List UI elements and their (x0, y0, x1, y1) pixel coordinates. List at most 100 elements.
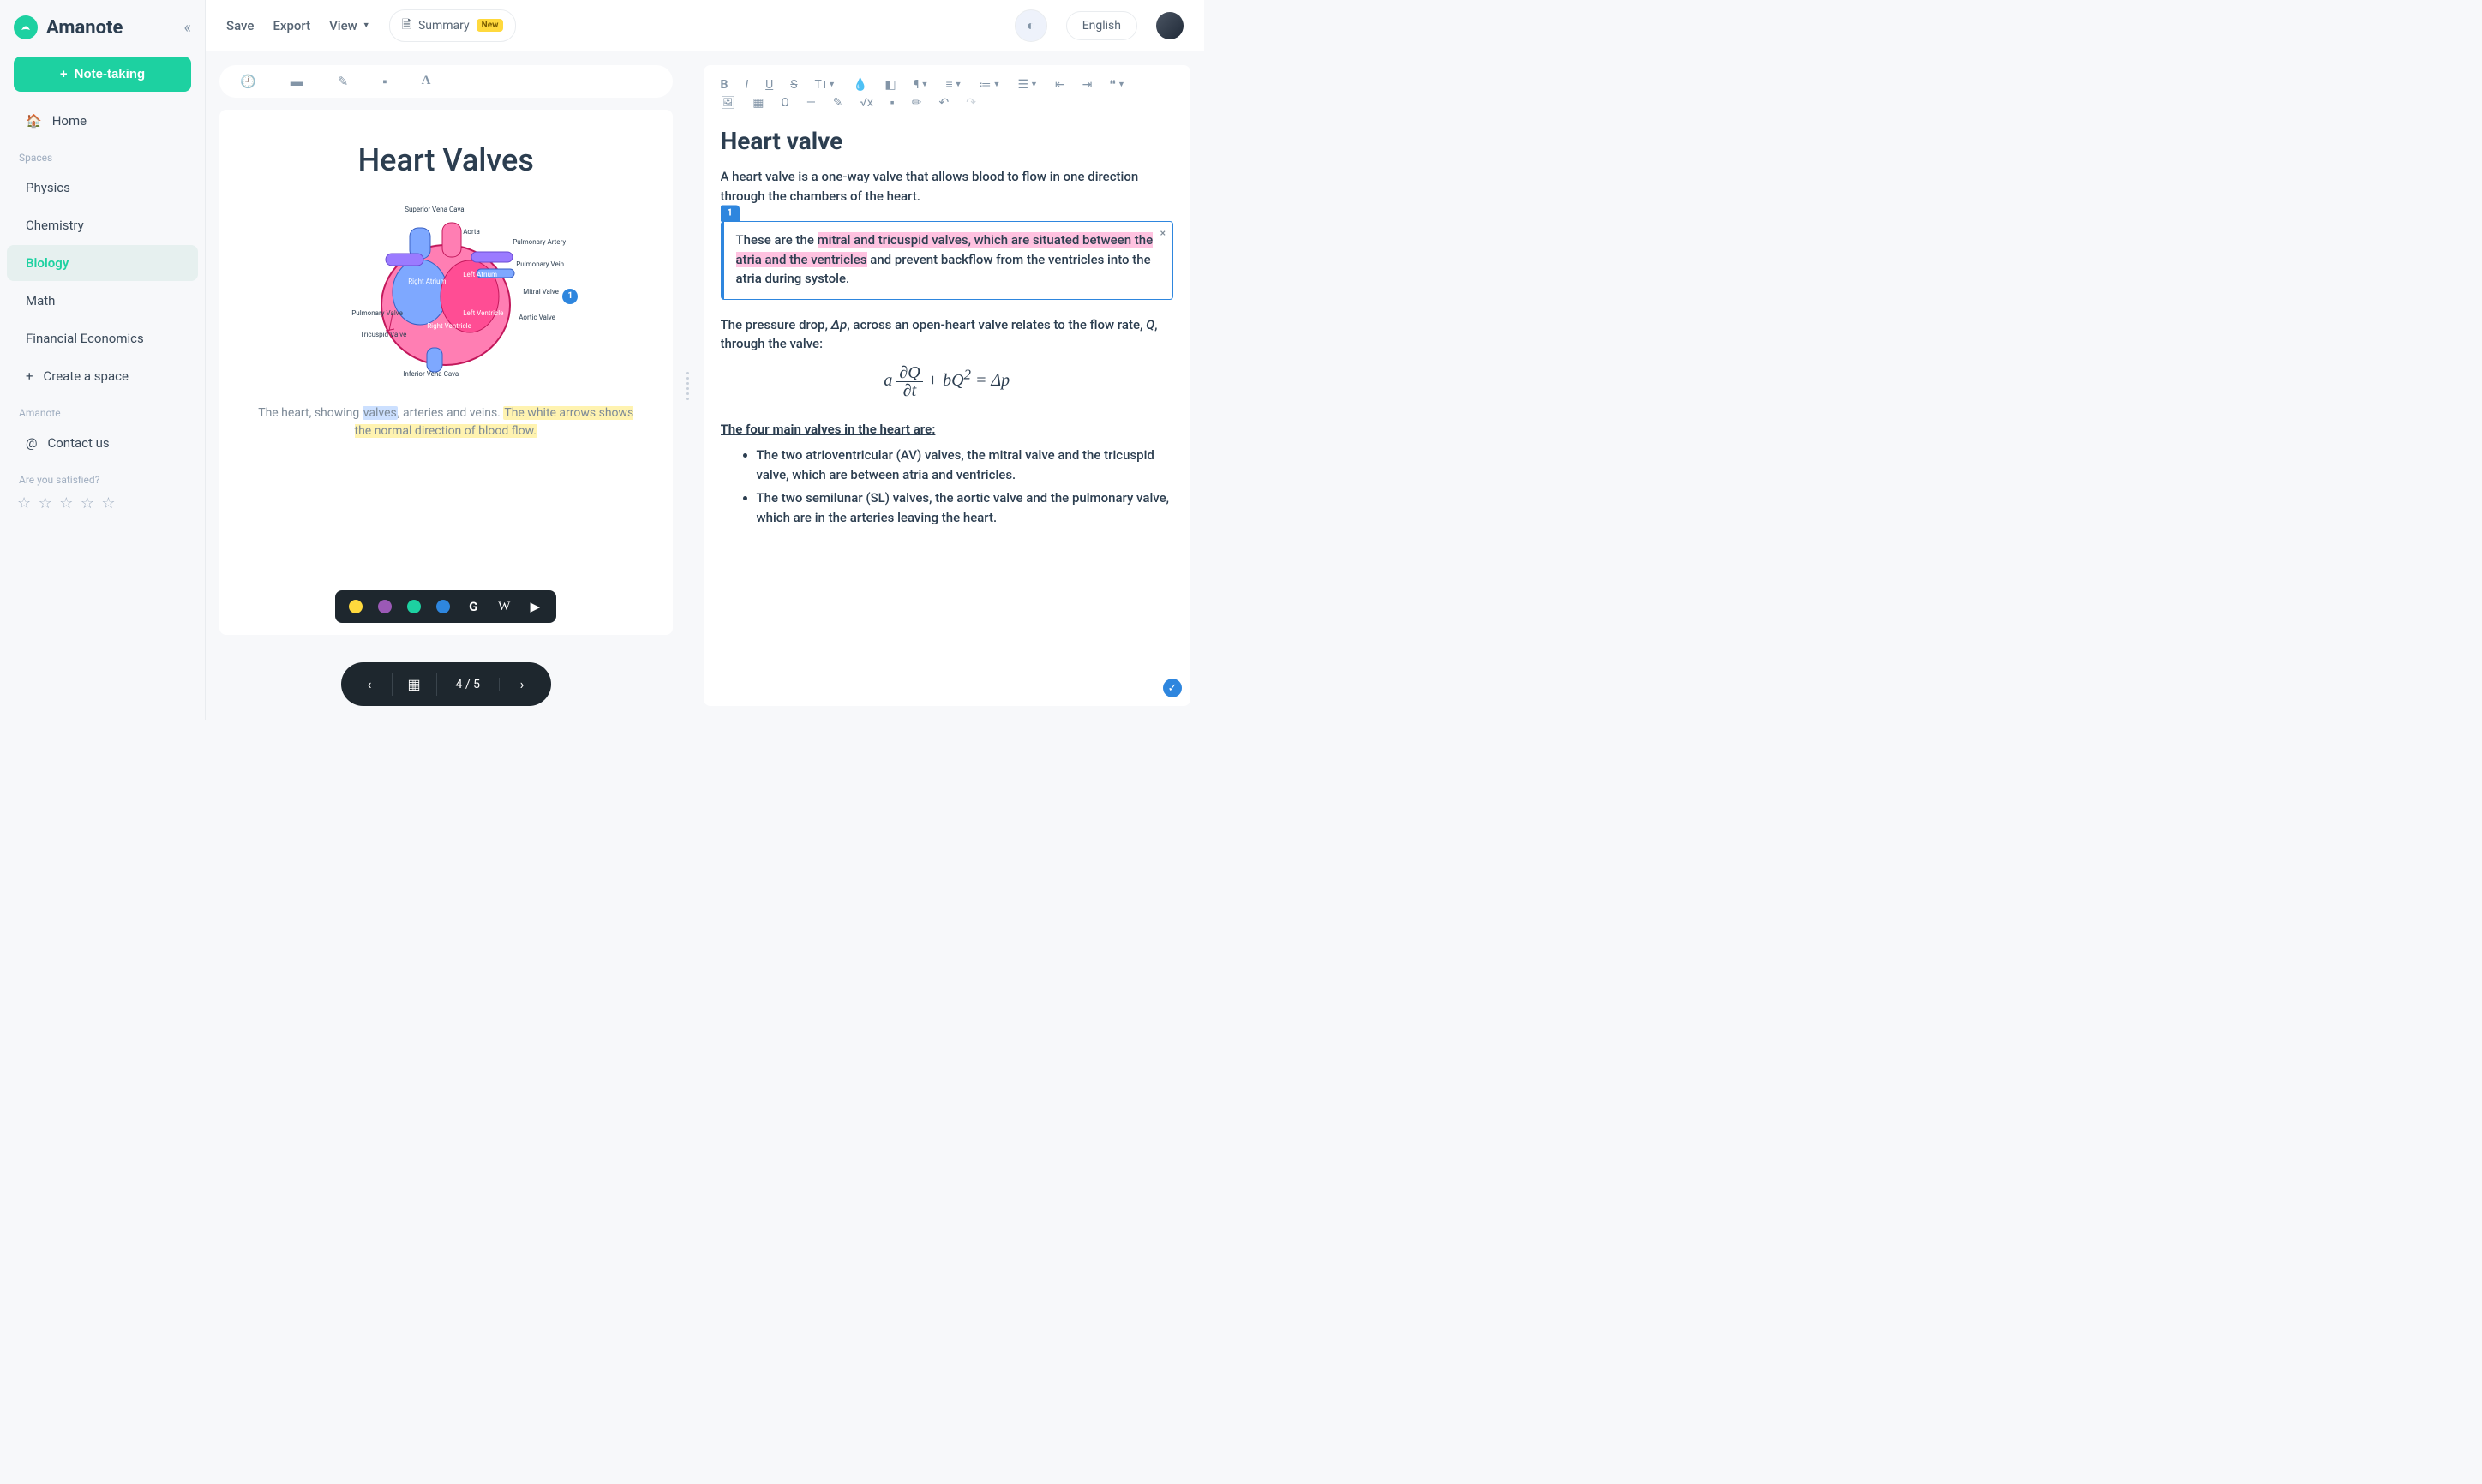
diagram-label: Inferior Vena Cava (403, 370, 459, 378)
google-search-icon[interactable]: G (465, 599, 481, 614)
italic-icon[interactable]: I (745, 78, 748, 92)
create-space-button[interactable]: + Create a space (7, 358, 198, 394)
slide-pagination: ‹ ▦ 4 / 5 › (341, 662, 551, 706)
clock-icon[interactable]: 🕘 (240, 74, 256, 89)
undo-icon[interactable]: ↶ (939, 96, 950, 110)
export-button[interactable]: Export (273, 18, 310, 33)
presentation-icon[interactable]: ▬ (291, 74, 303, 89)
brand-name: Amanote (46, 17, 176, 39)
editor-body[interactable]: Heart valve A heart valve is a one-way v… (721, 118, 1174, 692)
close-note-icon[interactable]: × (1160, 225, 1166, 241)
bold-icon[interactable]: B (721, 78, 728, 92)
highlight-yellow-button[interactable] (349, 600, 363, 613)
strikethrough-icon[interactable]: S (790, 78, 797, 92)
quote-dropdown[interactable]: ❝▼ (1109, 78, 1124, 92)
sidebar-space-math[interactable]: Math (7, 283, 198, 319)
slide-caption: The heart, showing valves, arteries and … (254, 404, 638, 440)
home-label: Home (52, 113, 87, 129)
diagram-label: Left Ventricle (463, 309, 503, 317)
user-avatar[interactable] (1156, 12, 1184, 39)
view-dropdown[interactable]: View ▼ (329, 18, 370, 33)
unordered-list-dropdown[interactable]: ☰▼ (1017, 78, 1037, 92)
satisfied-label: Are you satisfied? (0, 462, 205, 491)
table-icon[interactable]: ▦ (752, 96, 764, 110)
new-badge: New (477, 19, 504, 32)
note-icon[interactable]: ▪ (382, 74, 387, 89)
image-icon[interactable]: 🖼 (721, 96, 736, 110)
eraser-icon[interactable]: ◧ (884, 78, 896, 92)
indent-icon[interactable]: ⇥ (1082, 78, 1093, 92)
highlight-blue-button[interactable] (436, 600, 450, 613)
summary-button[interactable]: 🗎 Summary New (389, 9, 517, 42)
pencil-icon[interactable]: ✎ (338, 74, 349, 89)
text-size-dropdown[interactable]: TI▼ (815, 78, 836, 92)
wikipedia-icon[interactable]: W (496, 600, 512, 614)
sidebar: Amanote « + Note-taking 🏠 Home Spaces Ph… (0, 0, 206, 720)
annotation-note: 1 × These are the mitral and tricuspid v… (721, 221, 1174, 300)
theme-toggle-button[interactable]: ◐ (1015, 9, 1047, 42)
create-space-label: Create a space (44, 368, 129, 384)
horizontal-rule-icon[interactable]: — (806, 96, 816, 110)
pane-splitter[interactable] (685, 65, 692, 706)
align-dropdown[interactable]: ≡▼ (945, 77, 962, 92)
save-button[interactable]: Save (226, 18, 254, 33)
topbar: Save Export View ▼ 🗎 Summary New ◐ Engli… (206, 0, 1204, 51)
sidebar-space-physics[interactable]: Physics (7, 170, 198, 206)
underline-icon[interactable]: U (765, 78, 773, 92)
next-slide-button[interactable]: › (500, 673, 544, 696)
language-selector[interactable]: English (1066, 11, 1137, 40)
sidebar-space-financial-economics[interactable]: Financial Economics (7, 320, 198, 356)
youtube-icon[interactable]: ▶ (527, 599, 543, 614)
contact-label: Contact us (47, 435, 109, 451)
text-icon[interactable]: A (422, 74, 431, 89)
omega-icon[interactable]: Ω (782, 96, 789, 110)
highlighter-icon[interactable]: ✎ (833, 96, 843, 110)
grid-view-button[interactable]: ▦ (393, 673, 437, 696)
slide-annotation-marker[interactable]: 1 (562, 289, 578, 304)
slide-toolbar: 🕘 ▬ ✎ ▪ A (219, 65, 673, 98)
sidebar-home[interactable]: 🏠 Home (7, 103, 198, 139)
diagram-label: Pulmonary Artery (513, 238, 566, 246)
editor-heading: Heart valve (721, 127, 1174, 155)
diagram-label: Superior Vena Cava (405, 206, 464, 213)
list-item: The two atrioventricular (AV) valves, th… (757, 446, 1174, 486)
note-taking-button[interactable]: + Note-taking (14, 57, 191, 92)
contact-us-link[interactable]: @ Contact us (7, 425, 198, 461)
outdent-icon[interactable]: ⇤ (1055, 78, 1065, 92)
editor-pane: B I U S TI▼ 💧 ◧ ¶▼ ≡▼ ≔▼ ☰▼ ⇤ ⇥ ❝▼ (704, 65, 1191, 706)
editor-list: The two atrioventricular (AV) valves, th… (757, 446, 1174, 529)
editor-toolbar: B I U S TI▼ 💧 ◧ ¶▼ ≡▼ ≔▼ ☰▼ ⇤ ⇥ ❝▼ (721, 74, 1174, 118)
edit-icon[interactable]: ✏ (912, 96, 922, 110)
confirm-button[interactable]: ✓ (1163, 679, 1182, 697)
highlight-purple-button[interactable] (378, 600, 392, 613)
page-indicator: 4 / 5 (437, 678, 500, 691)
ink-drop-icon[interactable]: 💧 (853, 78, 867, 92)
editor-subheading: The four main valves in the heart are: (721, 422, 1174, 437)
diagram-label: Mitral Valve (523, 288, 559, 296)
spaces-section-label: Spaces (0, 140, 205, 169)
sidebar-space-biology[interactable]: Biology (7, 245, 198, 281)
ordered-list-dropdown[interactable]: ≔▼ (980, 78, 1001, 92)
redo-icon[interactable]: ↷ (966, 96, 976, 110)
slide-pane: 🕘 ▬ ✎ ▪ A Heart Valves (219, 65, 673, 706)
sidebar-space-chemistry[interactable]: Chemistry (7, 207, 198, 243)
editor-paragraph: The pressure drop, Δp, across an open-he… (721, 315, 1174, 354)
slide-card: Heart Valves (219, 110, 673, 635)
formula-icon[interactable]: √x (860, 96, 873, 110)
collapse-sidebar-icon[interactable]: « (184, 19, 191, 37)
rating-stars[interactable]: ☆ ☆ ☆ ☆ ☆ (0, 491, 205, 516)
summary-label: Summary (418, 19, 470, 33)
list-item: The two semilunar (SL) valves, the aorti… (757, 488, 1174, 529)
prev-slide-button[interactable]: ‹ (348, 673, 393, 696)
amanote-section-label: Amanote (0, 395, 205, 424)
highlight-green-button[interactable] (407, 600, 421, 613)
diagram-label: Left Atrium (463, 271, 497, 278)
at-icon: @ (26, 435, 37, 451)
diagram-label: Tricuspid Valve (360, 331, 406, 338)
diagram-label: Pulmonary Valve (351, 309, 403, 317)
note-number-tab: 1 (721, 206, 740, 222)
paragraph-dropdown[interactable]: ¶▼ (914, 78, 929, 92)
selection-popup: G W ▶ (335, 590, 556, 623)
editor-paragraph: A heart valve is a one-way valve that al… (721, 167, 1174, 206)
code-block-icon[interactable]: ▪ (890, 95, 895, 110)
